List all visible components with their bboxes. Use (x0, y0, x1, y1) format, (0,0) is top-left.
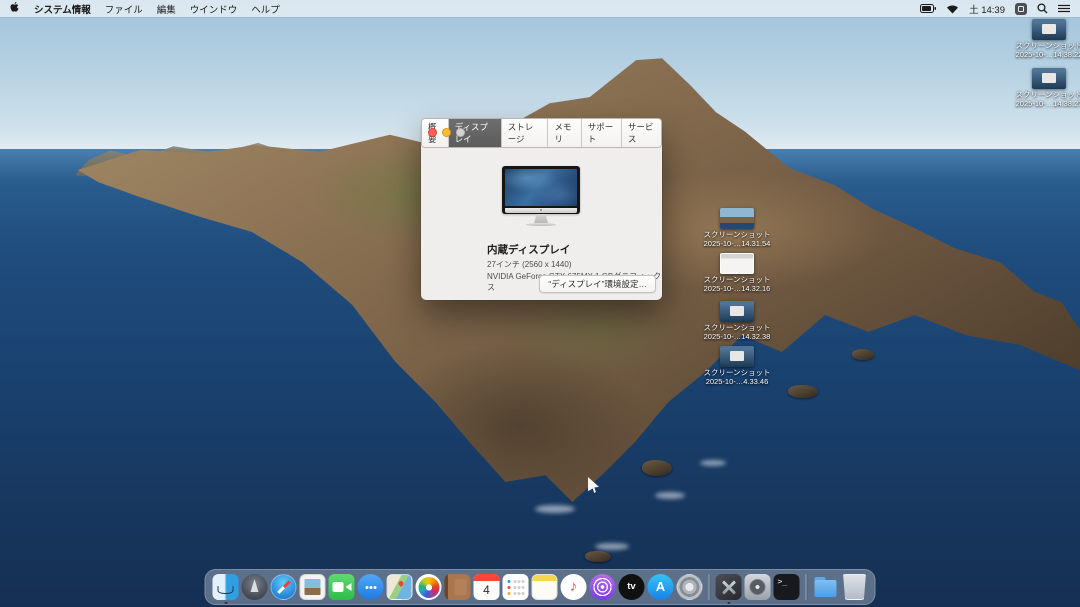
imac-stand (534, 214, 548, 223)
menu-app-name[interactable]: システム情報 (34, 2, 91, 16)
screenshot-thumbnail (720, 346, 754, 367)
desktop-icon-screenshot[interactable]: スクリーンショット 2025-10-…14.38.22 (1013, 19, 1080, 59)
desktop-icon-label: スクリーンショット 2025-10-…14.32.16 (703, 276, 770, 293)
display-name: 内蔵ディスプレイ (487, 242, 570, 257)
wallpaper-rock (642, 460, 672, 476)
dock-icon-terminal[interactable]: >_ (774, 574, 800, 600)
wallpaper-surf (595, 543, 629, 550)
display-size-spec: 27インチ (2560 x 1440) (487, 259, 572, 270)
wallpaper-rock (852, 349, 874, 360)
window-body: 内蔵ディスプレイ 27インチ (2560 x 1440) NVIDIA GeFo… (421, 144, 662, 299)
dock-icon-system-preferences[interactable] (677, 574, 703, 600)
dock-icon-notes[interactable] (532, 574, 558, 600)
dock-icon-safari[interactable] (271, 574, 297, 600)
wallpaper (0, 0, 1080, 607)
menu-item-window[interactable]: ウインドウ (190, 2, 238, 16)
imac-base (526, 223, 556, 226)
dock-icon-music[interactable]: ♪ (561, 574, 587, 600)
screenshot-thumbnail (720, 301, 754, 322)
display-preferences-button[interactable]: “ディスプレイ”環境設定… (539, 275, 656, 293)
imac-screen (502, 166, 580, 214)
dock-icon-messages[interactable] (358, 574, 384, 600)
menu-bar: システム情報 ファイル 編集 ウインドウ ヘルプ 土 14:39 (0, 0, 1080, 17)
dock-icon-disk-utility[interactable] (745, 574, 771, 600)
notification-center-icon[interactable] (1058, 4, 1070, 13)
tab-memory[interactable]: メモリ (548, 119, 581, 147)
tab-support[interactable]: サポート (582, 119, 622, 147)
window-titlebar[interactable]: 概要 ディスプレイ ストレージ メモリ サポート サービス (421, 122, 662, 144)
dock-icon-photos[interactable] (416, 574, 442, 600)
dock-icon-downloads-folder[interactable] (813, 574, 839, 600)
dock-icon-tv[interactable]: tv (619, 574, 645, 600)
desktop-icon-label: スクリーンショット 2025-10-…4.33.46 (703, 369, 770, 386)
dock-icon-contacts[interactable] (445, 574, 471, 600)
desktop-icon-label: スクリーンショット 2025-10-…14.31.54 (703, 231, 770, 248)
spotlight-icon[interactable] (1037, 3, 1048, 14)
desktop-icon-screenshot[interactable]: スクリーンショット 2025-10-…14.31.54 (701, 208, 773, 248)
wallpaper-rock (585, 551, 611, 562)
menu-item-help[interactable]: ヘルプ (251, 2, 280, 16)
desktop-icon-label: スクリーンショット 2025-10-…14.38.27 (1015, 91, 1080, 108)
dock-icon-finder[interactable] (213, 574, 239, 600)
dock-icon-trash[interactable] (842, 574, 868, 600)
desktop-icon-label: スクリーンショット 2025-10-…14.38.22 (1015, 42, 1080, 59)
input-source-icon[interactable] (1015, 3, 1027, 15)
wallpaper-surf (535, 505, 575, 513)
desktop-icon-label: スクリーンショット 2025-10-…14.32.38 (703, 324, 770, 341)
dock-icon-calendar[interactable]: 4 (474, 574, 500, 600)
dock-separator (806, 574, 807, 600)
zoom-button-disabled (456, 128, 465, 137)
dock-icon-facetime[interactable] (329, 574, 355, 600)
wifi-icon[interactable] (946, 4, 959, 14)
desktop-icon-screenshot[interactable]: スクリーンショット 2025-10-…14.38.27 (1013, 68, 1080, 108)
battery-icon[interactable] (920, 4, 936, 13)
dock-icon-launchpad[interactable] (242, 574, 268, 600)
minimize-button[interactable] (442, 128, 451, 137)
running-indicator (728, 602, 731, 605)
desktop-icon-screenshot[interactable]: スクリーンショット 2025-10-…14.32.16 (701, 253, 773, 293)
screenshot-thumbnail (1032, 68, 1066, 89)
dock-icon-system-information[interactable] (716, 574, 742, 600)
dock-separator (709, 574, 710, 600)
dock-icon-reminders[interactable] (503, 574, 529, 600)
apple-menu-icon[interactable] (10, 1, 20, 16)
desktop-icon-screenshot[interactable]: スクリーンショット 2025-10-…4.33.46 (701, 346, 773, 386)
imac-illustration (502, 166, 580, 226)
dock-icon-maps[interactable] (387, 574, 413, 600)
menu-bar-right: 土 14:39 (920, 2, 1070, 16)
dock: 4 ♪ tv A >_ (205, 569, 876, 605)
running-indicator (225, 602, 228, 605)
dock-icon-podcasts[interactable] (590, 574, 616, 600)
screenshot-thumbnail (720, 253, 754, 274)
system-information-window: 概要 ディスプレイ ストレージ メモリ サポート サービス 内蔵ディスプレイ 2… (421, 122, 662, 300)
menu-item-file[interactable]: ファイル (105, 2, 143, 16)
close-button[interactable] (428, 128, 437, 137)
menu-clock[interactable]: 土 14:39 (969, 2, 1005, 16)
wallpaper-rock (788, 385, 818, 398)
traffic-lights (428, 128, 465, 137)
tab-storage[interactable]: ストレージ (502, 119, 549, 147)
menu-bar-left: システム情報 ファイル 編集 ウインドウ ヘルプ (10, 1, 280, 16)
dock-icon-appstore[interactable]: A (648, 574, 674, 600)
wallpaper-surf (655, 492, 685, 499)
screenshot-thumbnail (720, 208, 754, 229)
wallpaper-surf (700, 460, 726, 466)
menu-item-edit[interactable]: 編集 (157, 2, 176, 16)
desktop-icon-screenshot[interactable]: スクリーンショット 2025-10-…14.32.38 (701, 301, 773, 341)
dock-icon-preview[interactable] (300, 574, 326, 600)
screenshot-thumbnail (1032, 19, 1066, 40)
tab-service[interactable]: サービス (622, 119, 661, 147)
calendar-day-number: 4 (474, 582, 500, 598)
